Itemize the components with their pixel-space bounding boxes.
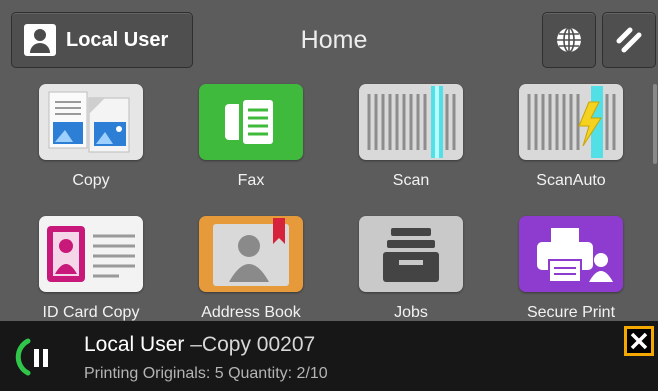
tools-button[interactable] xyxy=(602,12,656,68)
app-label-id-card-copy: ID Card Copy xyxy=(42,304,140,321)
job-user: Local User xyxy=(84,333,185,356)
fax-tile xyxy=(199,84,303,160)
app-label-jobs: Jobs xyxy=(394,304,428,321)
address-book-icon xyxy=(213,218,289,286)
app-secure-print[interactable]: Secure Print xyxy=(511,216,631,322)
app-label-scanauto: ScanAuto xyxy=(536,172,606,189)
scan-auto-icon xyxy=(527,86,616,158)
app-id-card-copy[interactable]: ID Card Copy xyxy=(31,216,151,322)
app-fax[interactable]: Fax xyxy=(191,84,311,190)
id-card-tile xyxy=(39,216,143,292)
scan-tile xyxy=(359,84,463,160)
app-address-book[interactable]: Address Book xyxy=(191,216,311,322)
pause-icon[interactable] xyxy=(14,335,54,379)
id-card-icon xyxy=(47,226,135,282)
jobs-icon xyxy=(383,228,439,282)
secure-print-tile xyxy=(519,216,623,292)
close-button[interactable] xyxy=(624,326,654,356)
app-scanauto[interactable]: ScanAuto xyxy=(511,84,631,190)
app-label-copy: Copy xyxy=(72,172,110,189)
app-copy[interactable]: Copy xyxy=(31,84,151,190)
job-separator: – xyxy=(190,333,202,356)
scrollbar[interactable] xyxy=(653,84,657,164)
language-button[interactable] xyxy=(542,12,596,68)
app-scan[interactable]: Scan xyxy=(351,84,471,190)
app-label-scan: Scan xyxy=(392,172,430,189)
fax-icon xyxy=(225,100,273,144)
header: Local User Home xyxy=(0,0,658,72)
job-title: Local User –Copy 00207 xyxy=(84,333,315,357)
close-icon xyxy=(630,332,648,350)
globe-icon xyxy=(557,27,581,53)
app-jobs[interactable]: Jobs xyxy=(351,216,471,322)
copy-icon xyxy=(48,91,130,153)
tools-icon xyxy=(616,27,642,53)
app-label-secure-print: Secure Print xyxy=(526,304,616,321)
job-status-bar[interactable]: Local User –Copy 00207 Printing Original… xyxy=(0,321,658,391)
copy-tile xyxy=(39,84,143,160)
app-label-address-book: Address Book xyxy=(201,304,301,321)
address-book-tile xyxy=(199,216,303,292)
secure-print-icon xyxy=(537,228,613,283)
job-name: Copy 00207 xyxy=(201,333,316,356)
job-detail: Printing Originals: 5 Quantity: 2/10 xyxy=(84,365,328,382)
scan-icon xyxy=(367,86,456,158)
app-label-fax: Fax xyxy=(237,172,265,189)
scanauto-tile xyxy=(519,84,623,160)
jobs-tile xyxy=(359,216,463,292)
home-screen: Local User Home Copy Fax Scan ScanAuto I… xyxy=(0,0,658,391)
